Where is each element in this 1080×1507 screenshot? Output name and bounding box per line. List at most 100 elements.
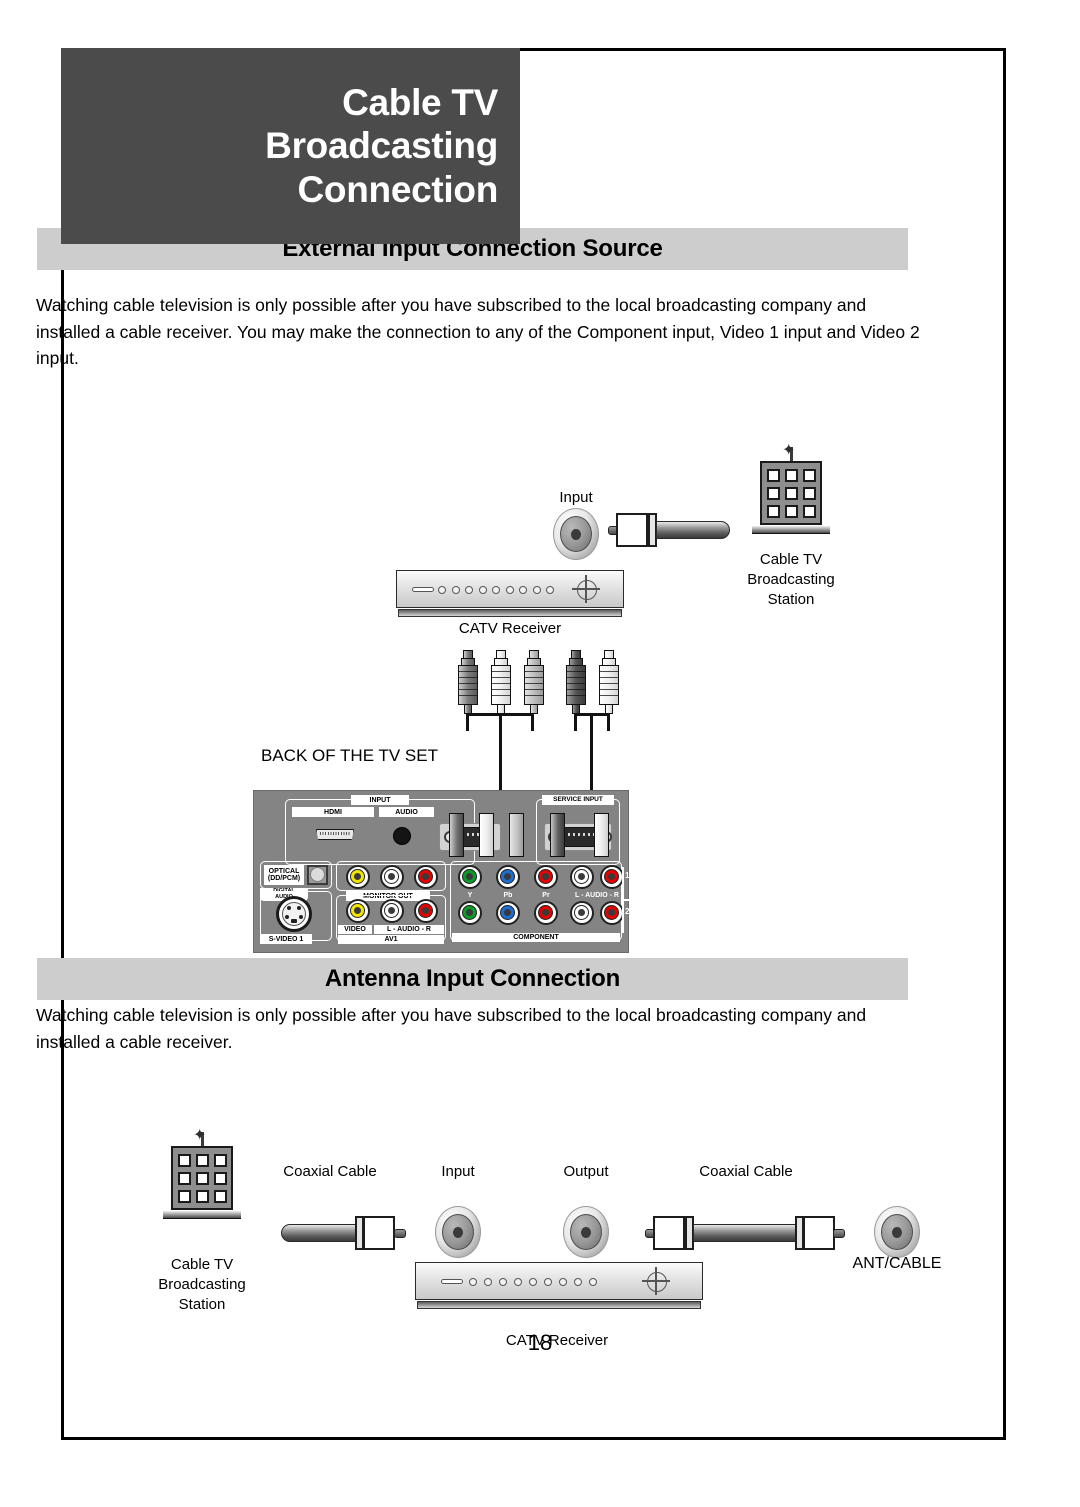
back-of-tv-set-label: BACK OF THE TV SET bbox=[261, 746, 438, 765]
component-pr-jack-1 bbox=[534, 865, 558, 889]
s-video-pin bbox=[297, 906, 301, 910]
panel-plug-c bbox=[509, 813, 524, 857]
station-label-line-1-top: Cable TV bbox=[759, 551, 823, 568]
s-video-pin bbox=[299, 915, 303, 919]
building-window bbox=[214, 1190, 227, 1203]
s-video-pin bbox=[287, 906, 291, 910]
component-y-label: Y bbox=[467, 892, 473, 899]
building-window bbox=[196, 1154, 209, 1167]
station-label-line-2-bottom: Broadcasting bbox=[158, 1276, 246, 1293]
ant-cable-jack bbox=[874, 1206, 920, 1258]
cable-tv-station-building-bottom: ✦ bbox=[163, 1127, 241, 1222]
jack-pin bbox=[578, 873, 585, 880]
section-body-external-input: Watching cable television is only possib… bbox=[36, 295, 920, 369]
tv-back-panel: INPUT HDMI AUDIO SERVICE INPUT OPTICAL (… bbox=[253, 790, 630, 953]
s-video-label: S-VIDEO 1 bbox=[260, 934, 312, 944]
receiver-display-slot bbox=[441, 1279, 463, 1284]
building-window bbox=[767, 469, 780, 482]
jack-pin bbox=[504, 909, 511, 916]
input-label-top: Input bbox=[559, 489, 593, 506]
building-window bbox=[767, 487, 780, 500]
chapter-title-line-3: Connection bbox=[297, 168, 499, 210]
receiver-dial bbox=[642, 1267, 670, 1295]
station-label-line-2-top: Broadcasting bbox=[747, 571, 835, 588]
component-audio-l-jack-2 bbox=[570, 901, 594, 925]
coaxial-cable-label-left: Coaxial Cable bbox=[283, 1163, 377, 1180]
cable-tv-station-building-top: ✦ bbox=[752, 442, 830, 537]
av1-audio-r-jack bbox=[414, 899, 438, 923]
jack-pin bbox=[608, 909, 615, 916]
antenna-input-diagram: ✦ Cable TV Broadcasting Station Coaxial … bbox=[0, 0, 1080, 1350]
chapter-title-line-2: Broadcasting bbox=[265, 125, 498, 167]
jack-pin bbox=[578, 909, 585, 916]
building-window bbox=[196, 1172, 209, 1185]
coaxial-cable-right bbox=[645, 1216, 845, 1250]
jack-pin bbox=[542, 873, 549, 880]
station-label-line-3-top: Station bbox=[767, 591, 815, 608]
antenna-dish-icon: ✦ bbox=[193, 1127, 207, 1144]
input-label-bottom: Input bbox=[441, 1163, 475, 1180]
jack-center-pin bbox=[453, 1227, 463, 1238]
optical-label-line-1: OPTICAL bbox=[268, 867, 300, 875]
jack-pin bbox=[466, 909, 473, 916]
building-window bbox=[196, 1190, 209, 1203]
building-window bbox=[178, 1172, 191, 1185]
coax-cable bbox=[693, 1224, 797, 1242]
catv-output-jack-bottom bbox=[563, 1206, 609, 1258]
av1-audio-l-jack bbox=[380, 899, 404, 923]
audio-minijack bbox=[393, 827, 411, 845]
section-body-antenna-input: Watching cable television is only possib… bbox=[36, 1005, 867, 1052]
service-input-dsub bbox=[564, 827, 598, 847]
component-audio-l-jack-1 bbox=[570, 865, 594, 889]
component-audio-r-jack-1 bbox=[600, 865, 624, 889]
rca-plug-audio-right bbox=[599, 650, 619, 714]
cable-drop-right bbox=[590, 713, 593, 796]
rca-plug-component-pr bbox=[524, 650, 544, 714]
antenna-dish-icon: ✦ bbox=[782, 442, 796, 459]
jack-pin bbox=[354, 907, 361, 914]
receiver-display-slot bbox=[412, 587, 434, 592]
component-pb-jack-1 bbox=[496, 865, 520, 889]
input-group-label: INPUT bbox=[351, 795, 409, 805]
coax-plug-body-left bbox=[653, 1216, 685, 1250]
jack-center-pin bbox=[581, 1227, 591, 1238]
coaxial-cable-left bbox=[281, 1216, 411, 1250]
audio-label: AUDIO bbox=[379, 807, 434, 817]
chapter-title-line-1: Cable TV bbox=[342, 81, 498, 123]
optical-label-group: OPTICAL (DD/PCM) bbox=[264, 865, 304, 885]
coax-plug-body bbox=[363, 1216, 395, 1250]
panel-plug-e bbox=[594, 813, 609, 857]
component-label: COMPONENT bbox=[452, 933, 620, 942]
coaxial-plug-to-station bbox=[608, 513, 730, 547]
building-base bbox=[163, 1211, 241, 1219]
coax-cable bbox=[281, 1224, 363, 1242]
panel-plug-a bbox=[449, 813, 464, 857]
section-heading-text: Antenna Input Connection bbox=[324, 965, 621, 992]
building-window bbox=[785, 505, 798, 518]
component-audio-r-jack-2 bbox=[600, 901, 624, 925]
building-window bbox=[803, 469, 816, 482]
cable-branch-left-a bbox=[466, 713, 469, 731]
receiver-base bbox=[417, 1301, 701, 1309]
component-audio-label: L - AUDIO - R bbox=[575, 892, 619, 899]
coax-pin bbox=[394, 1229, 406, 1238]
av1-label: AV1 bbox=[338, 935, 444, 944]
panel-plug-b bbox=[479, 813, 494, 857]
s-video-key bbox=[291, 919, 297, 923]
jack-pin bbox=[422, 873, 429, 880]
building-window bbox=[178, 1154, 191, 1167]
rca-plug-component-y bbox=[458, 650, 478, 714]
coaxial-cable-label-right: Coaxial Cable bbox=[699, 1163, 793, 1180]
component-y-jack-2 bbox=[458, 901, 482, 925]
s-video-pin bbox=[285, 915, 289, 919]
section-heading-antenna-input: Antenna Input Connection bbox=[37, 958, 908, 1000]
catv-input-jack bbox=[553, 508, 599, 560]
cable-branch-right-a bbox=[574, 713, 577, 731]
panel-plug-d bbox=[550, 813, 565, 857]
optical-toslink-cap bbox=[310, 867, 325, 882]
av1-audio-label: L - AUDIO - R bbox=[374, 925, 444, 934]
building-window bbox=[214, 1172, 227, 1185]
jack-pin bbox=[422, 907, 429, 914]
station-label-line-3-bottom: Station bbox=[178, 1296, 226, 1313]
catv-receiver-label-top: CATV Receiver bbox=[458, 620, 562, 637]
